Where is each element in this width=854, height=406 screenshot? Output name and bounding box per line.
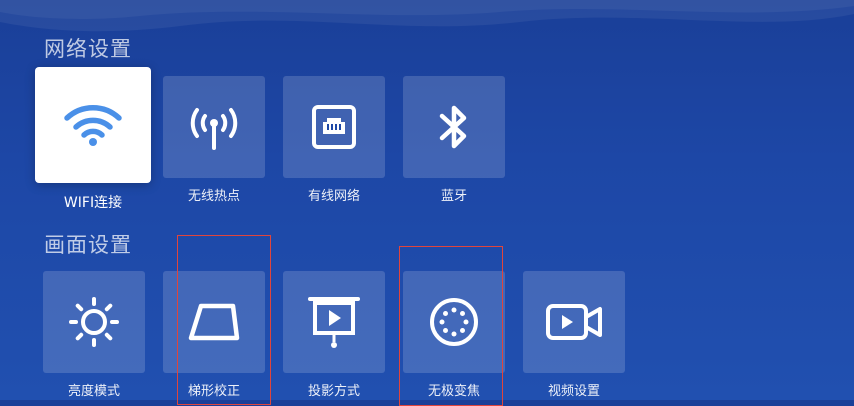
tile-label-wifi: WIFI连接 (63, 195, 123, 211)
highlight-box-keystone (177, 235, 271, 405)
tile-projection[interactable] (283, 271, 385, 373)
tile-label-video: 视频设置 (547, 384, 600, 399)
tile-label-projection: 投影方式 (307, 384, 360, 399)
tile-label-bluetooth: 蓝牙 (440, 189, 467, 204)
tile-video[interactable] (523, 271, 625, 373)
tile-wifi[interactable] (35, 67, 151, 183)
tile-bluetooth[interactable] (403, 76, 505, 178)
section-title-picture: 画面设置 (44, 233, 132, 257)
hotspot-icon (187, 102, 241, 152)
highlight-box-zoom-focus (399, 246, 503, 406)
tile-label-brightness: 亮度模式 (67, 384, 120, 399)
brightness-icon (68, 296, 120, 348)
video-camera-icon (545, 302, 603, 342)
tile-label-ethernet: 有线网络 (307, 189, 360, 204)
bluetooth-icon (434, 102, 474, 152)
section-title-network: 网络设置 (44, 37, 132, 61)
tile-hotspot[interactable] (163, 76, 265, 178)
ethernet-icon (311, 104, 357, 150)
tile-brightness[interactable] (43, 271, 145, 373)
wifi-icon (63, 103, 123, 147)
tile-label-hotspot: 无线热点 (187, 189, 240, 204)
projection-icon (308, 294, 360, 350)
tile-ethernet[interactable] (283, 76, 385, 178)
